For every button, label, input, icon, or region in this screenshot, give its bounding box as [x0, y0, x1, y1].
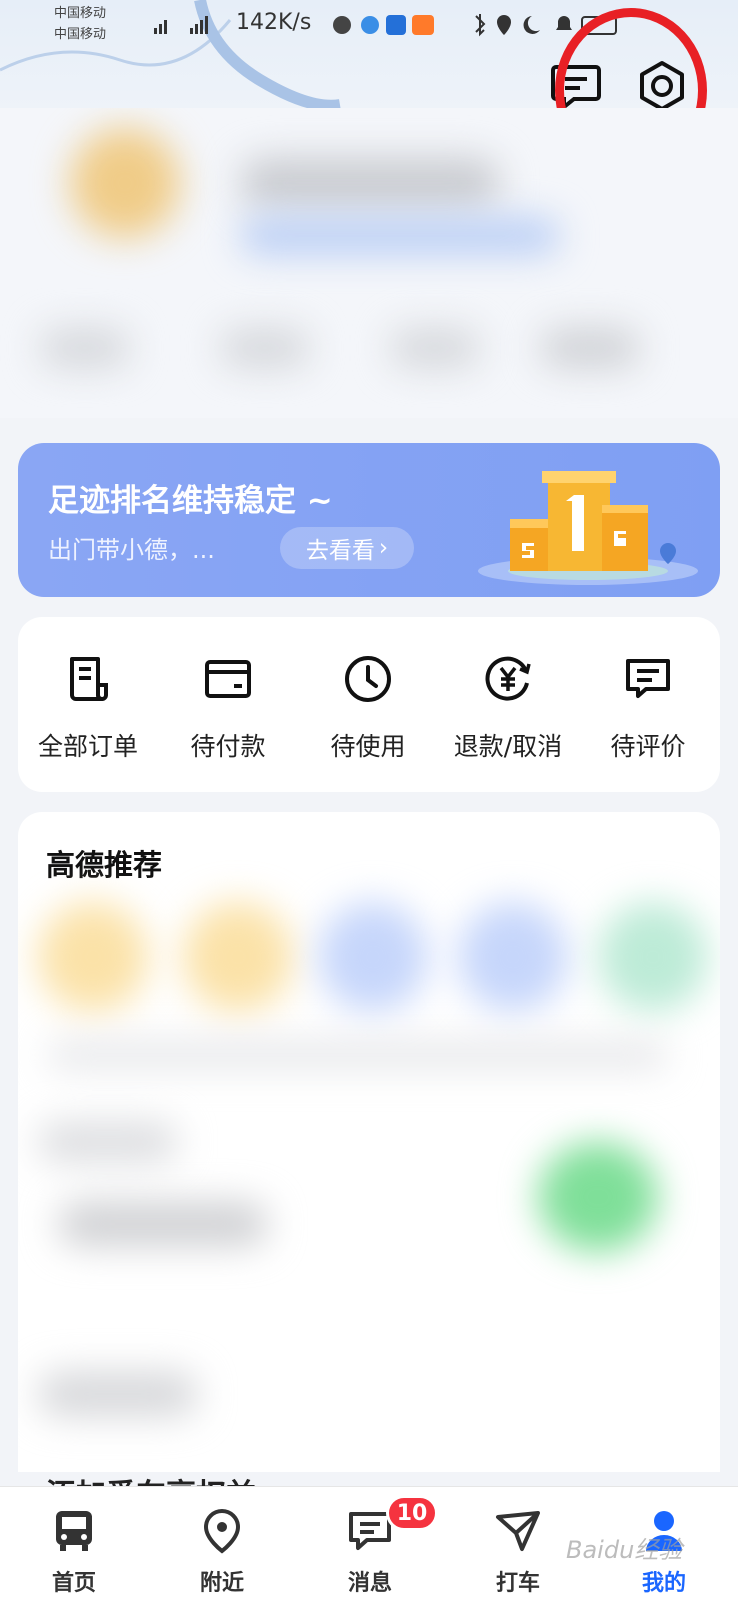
comment-icon [626, 659, 670, 698]
go-see-button-label: 去看看 [305, 538, 375, 564]
go-see-button[interactable]: 去看看 › [280, 527, 414, 569]
amap-recommend-card: 高德推荐 [18, 812, 720, 1472]
nav-label: 附近 [199, 1571, 244, 1596]
nav-nearby[interactable]: 附近 [148, 1487, 296, 1601]
order-label: 待付款 [190, 732, 266, 761]
document-list-icon [70, 657, 108, 701]
signal-icon [142, 14, 222, 40]
nav-home[interactable]: 首页 [0, 1487, 148, 1601]
footprint-ranking-banner[interactable]: 足迹排名维持稳定 ~ 出门带小德，... 去看看 › [18, 443, 720, 597]
order-label: 待使用 [330, 732, 406, 761]
app-notification-icons [330, 12, 440, 42]
order-label: 退款/取消 [453, 732, 563, 761]
orders-card: 全部订单 待付款 待使用 退款/取消 待评价 [18, 617, 720, 792]
chevron-right-icon: › [378, 535, 389, 561]
user-profile-blurred [0, 108, 738, 418]
recommend-title: 高德推荐 [46, 848, 163, 882]
nav-label: 打车 [495, 1571, 540, 1596]
yuan-refund-icon [485, 656, 531, 701]
order-refund-cancel[interactable]: 退款/取消 [438, 617, 578, 792]
network-speed: 142K/s [236, 10, 312, 35]
taxi-arrow-icon [496, 1511, 540, 1551]
watermark: Baidu经验 [566, 1536, 683, 1564]
order-all[interactable]: 全部订单 [18, 617, 158, 792]
nav-label: 消息 [347, 1571, 392, 1596]
order-label: 待评价 [610, 732, 686, 761]
nav-label: 首页 [51, 1571, 96, 1596]
banner-subtitle: 出门带小德，... [48, 536, 215, 564]
carrier-label: 中国移动 [54, 6, 107, 21]
unread-count-badge: 10 [386, 1495, 438, 1531]
podium-illustration [458, 461, 708, 595]
location-pin-icon [203, 1508, 241, 1554]
nav-label: 我的 [641, 1571, 686, 1596]
banner-title: 足迹排名维持稳定 ~ [48, 483, 333, 519]
order-pending-payment[interactable]: 待付款 [158, 617, 298, 792]
nav-messages[interactable]: 10 消息 [296, 1487, 444, 1601]
order-label: 全部订单 [37, 732, 138, 761]
carrier-label: 中国移动 [54, 27, 107, 42]
order-to-use[interactable]: 待使用 [298, 617, 438, 792]
wallet-card-icon [205, 660, 251, 698]
order-to-review[interactable]: 待评价 [578, 617, 718, 792]
bus-icon [56, 1511, 92, 1551]
clock-icon [345, 656, 391, 702]
